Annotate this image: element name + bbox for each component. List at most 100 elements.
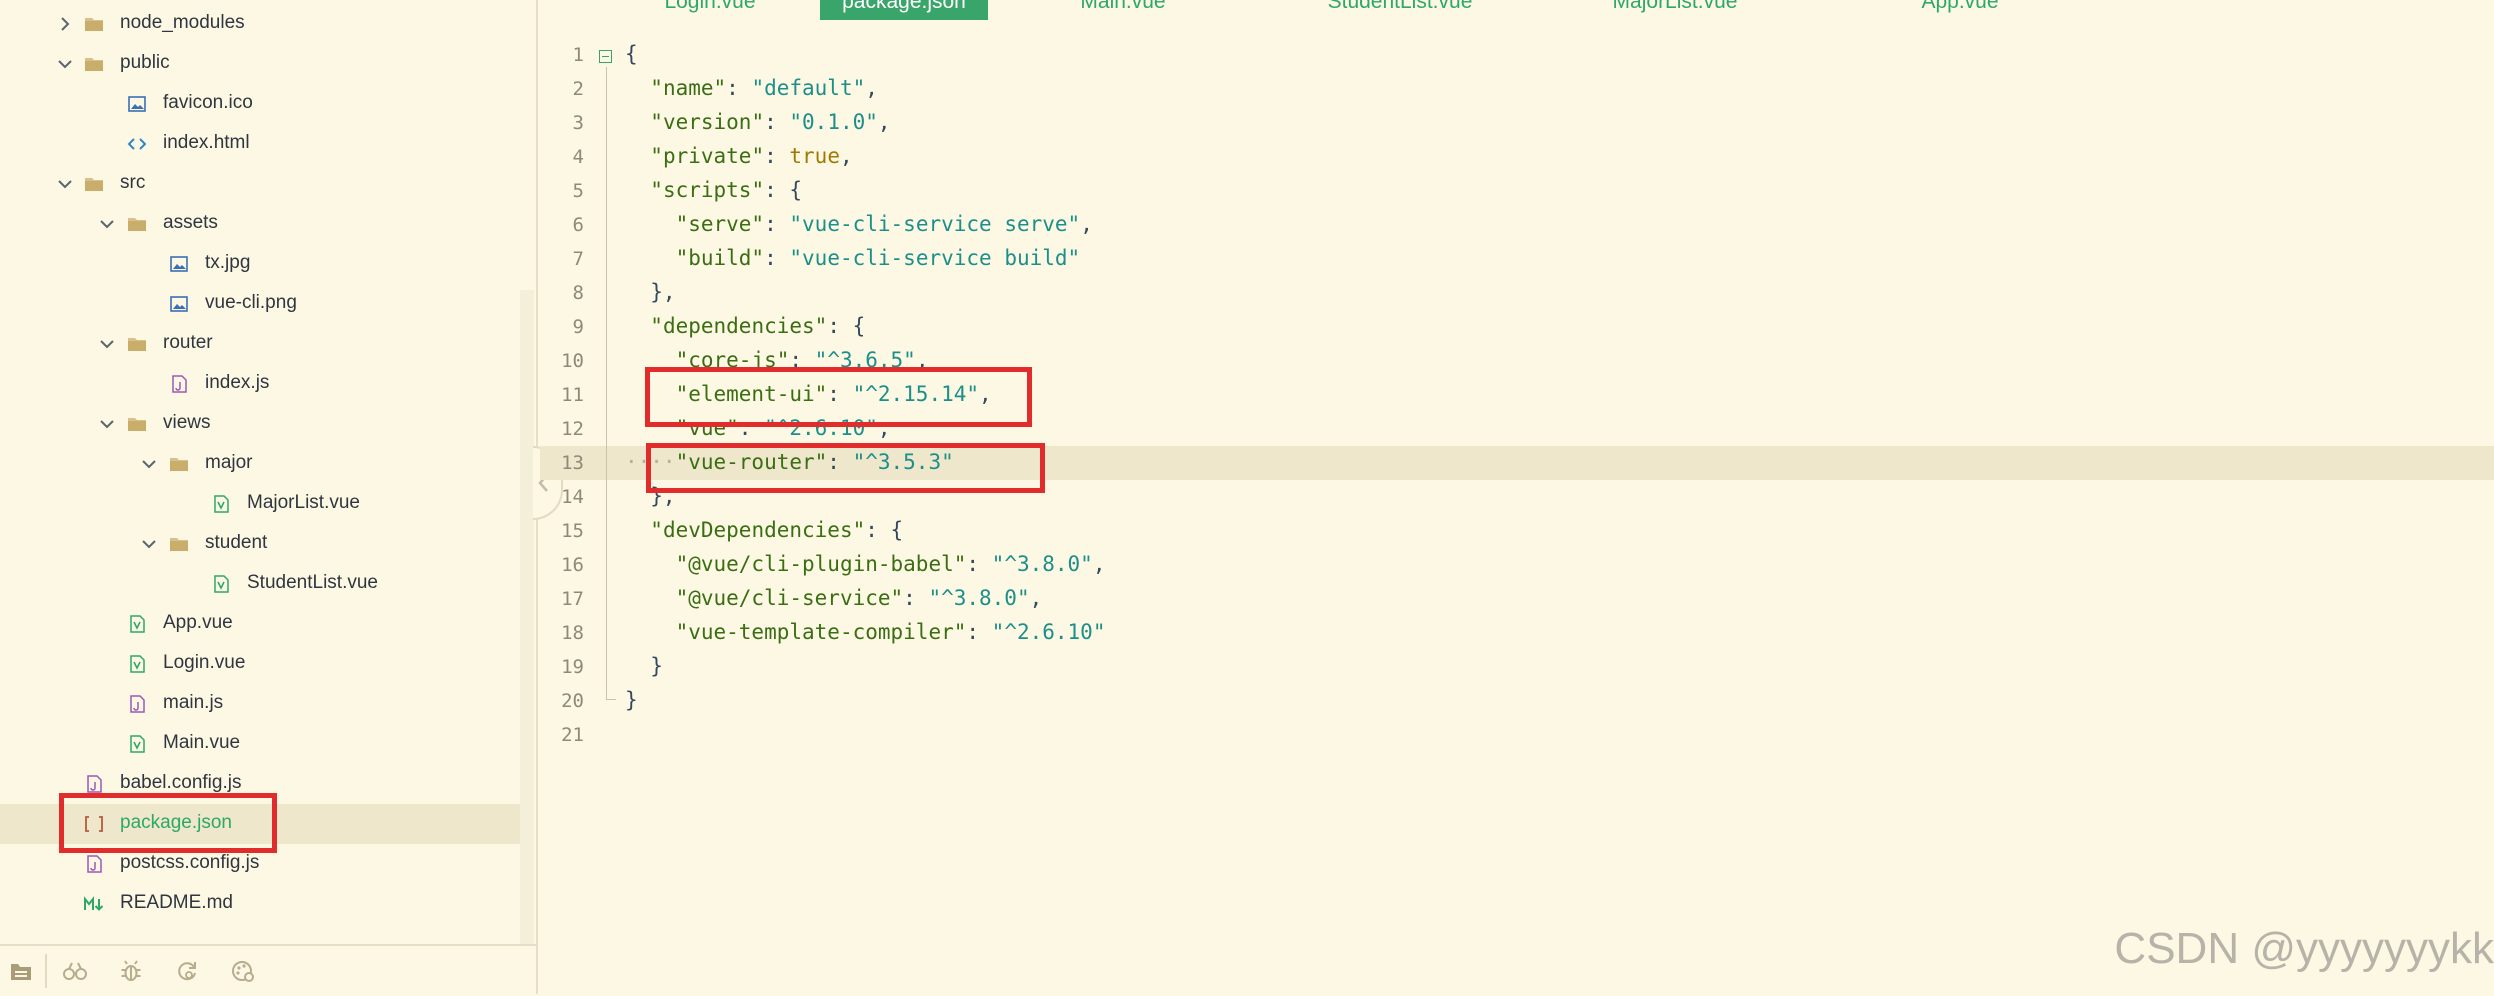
image-file-icon [168, 253, 190, 275]
line-number: 21 [561, 724, 584, 746]
code-line[interactable]: 17 "@vue/cli-service": "^3.8.0", [540, 582, 2494, 616]
vue-file-icon [126, 653, 148, 675]
files-icon[interactable] [8, 958, 34, 984]
code-text: "serve": "vue-cli-service serve", [675, 212, 1093, 236]
code-line[interactable]: 21 [540, 718, 2494, 752]
line-number: 15 [561, 520, 584, 542]
line-number: 4 [572, 146, 584, 168]
code-line[interactable]: 18 "vue-template-compiler": "^2.6.10" [540, 616, 2494, 650]
fold-guide [606, 66, 607, 700]
code-line[interactable]: 1{ [540, 38, 2494, 72]
chevron-right-icon[interactable] [55, 14, 75, 34]
tree-item-favicon-ico[interactable]: favicon.ico [0, 84, 520, 124]
tree-item-label: Main.vue [163, 732, 241, 753]
tab-majorlist-vue[interactable]: MajorList.vue [1590, 0, 1760, 20]
chevron-down-icon[interactable] [139, 454, 159, 474]
tree-item-label: major [205, 452, 253, 473]
code-line[interactable]: 6 "serve": "vue-cli-service serve", [540, 208, 2494, 242]
js-file-icon [83, 773, 105, 795]
line-number: 14 [561, 486, 584, 508]
tree-item-views[interactable]: views [0, 404, 520, 444]
code-line[interactable]: 20} [540, 684, 2494, 718]
fold-toggle-icon[interactable] [599, 50, 612, 63]
tree-item-majorlist-vue[interactable]: MajorList.vue [0, 484, 520, 524]
code-text: "vue-template-compiler": "^2.6.10" [675, 620, 1106, 644]
highlight-package-json [59, 793, 277, 853]
tree-item-router[interactable]: router [0, 324, 520, 364]
chevron-down-icon[interactable] [97, 214, 117, 234]
tab-login-vue[interactable]: Login.vue [620, 0, 800, 20]
code-text: "dependencies": { [650, 314, 866, 338]
tree-item-label: assets [163, 212, 218, 233]
image-file-icon [168, 293, 190, 315]
sidebar-scrollbar[interactable] [520, 290, 534, 944]
code-line[interactable]: 8 }, [540, 276, 2494, 310]
chevron-down-icon[interactable] [139, 534, 159, 554]
tree-item-readme-md[interactable]: README.md [0, 884, 520, 924]
globe-palette-icon[interactable] [230, 958, 256, 984]
tree-item-index-html[interactable]: index.html [0, 124, 520, 164]
folder-icon [126, 333, 148, 355]
refresh-search-icon[interactable] [174, 958, 200, 984]
tree-item-src[interactable]: src [0, 164, 520, 204]
tree-item-student[interactable]: student [0, 524, 520, 564]
code-line[interactable]: 5 "scripts": { [540, 174, 2494, 208]
tree-item-major[interactable]: major [0, 444, 520, 484]
tree-item-label: StudentList.vue [247, 572, 378, 593]
chevron-down-icon[interactable] [55, 54, 75, 74]
tree-item-node-modules[interactable]: node_modules [0, 4, 520, 44]
bottom-toolbar [0, 944, 536, 996]
tree-item-app-vue[interactable]: App.vue [0, 604, 520, 644]
chevron-down-icon[interactable] [55, 174, 75, 194]
tab-app-vue[interactable]: App.vue [1810, 0, 2110, 20]
tree-item-public[interactable]: public [0, 44, 520, 84]
code-text: "@vue/cli-plugin-babel": "^3.8.0", [675, 552, 1106, 576]
tree-item-label: README.md [120, 892, 233, 913]
js-file-icon [126, 693, 148, 715]
folder-icon [83, 13, 105, 35]
binoculars-icon[interactable] [62, 958, 88, 984]
code-line[interactable]: 7 "build": "vue-cli-service build" [540, 242, 2494, 276]
code-text: } [625, 688, 638, 712]
folder-icon [168, 453, 190, 475]
code-line[interactable]: 16 "@vue/cli-plugin-babel": "^3.8.0", [540, 548, 2494, 582]
highlight-vue-router [646, 443, 1045, 493]
code-editor[interactable]: 1{2 "name": "default", 3 "version": "0.1.… [540, 38, 2494, 994]
vue-file-icon [210, 573, 232, 595]
tree-item-assets[interactable]: assets [0, 204, 520, 244]
code-text: "version": "0.1.0", [650, 110, 891, 134]
tree-item-vue-cli-png[interactable]: vue-cli.png [0, 284, 520, 324]
tree-item-label: node_modules [120, 12, 245, 33]
folder-icon [83, 173, 105, 195]
tree-item-main-vue[interactable]: Main.vue [0, 724, 520, 764]
line-number: 2 [572, 78, 584, 100]
bug-icon[interactable] [118, 958, 144, 984]
line-number: 10 [561, 350, 584, 372]
tree-item-index-js[interactable]: index.js [0, 364, 520, 404]
tree-item-studentlist-vue[interactable]: StudentList.vue [0, 564, 520, 604]
tab-studentlist-vue[interactable]: StudentList.vue [1240, 0, 1560, 20]
code-line[interactable]: 3 "version": "0.1.0", [540, 106, 2494, 140]
code-line[interactable]: 4 "private": true, [540, 140, 2494, 174]
line-number: 17 [561, 588, 584, 610]
line-number: 9 [572, 316, 584, 338]
code-line[interactable]: 2 "name": "default", [540, 72, 2494, 106]
tree-item-tx-jpg[interactable]: tx.jpg [0, 244, 520, 284]
chevron-down-icon[interactable] [97, 414, 117, 434]
code-line[interactable]: 19 } [540, 650, 2494, 684]
line-number: 13 [561, 452, 584, 474]
highlight-element-ui [645, 367, 1032, 427]
tab-main-vue[interactable]: Main.vue [1040, 0, 1206, 20]
tree-item-main-js[interactable]: main.js [0, 684, 520, 724]
tree-item-label: index.js [205, 372, 270, 393]
tree-item-login-vue[interactable]: Login.vue [0, 644, 520, 684]
toolbar-separator [45, 954, 47, 988]
tab-package-json[interactable]: package.json [820, 0, 988, 20]
tree-item-label: postcss.config.js [120, 852, 260, 873]
tree-item-label: favicon.ico [163, 92, 253, 113]
chevron-down-icon[interactable] [97, 334, 117, 354]
markdown-file-icon [83, 893, 105, 915]
code-line[interactable]: 15 "devDependencies": { [540, 514, 2494, 548]
code-line[interactable]: 9 "dependencies": { [540, 310, 2494, 344]
code-text: "private": true, [650, 144, 853, 168]
